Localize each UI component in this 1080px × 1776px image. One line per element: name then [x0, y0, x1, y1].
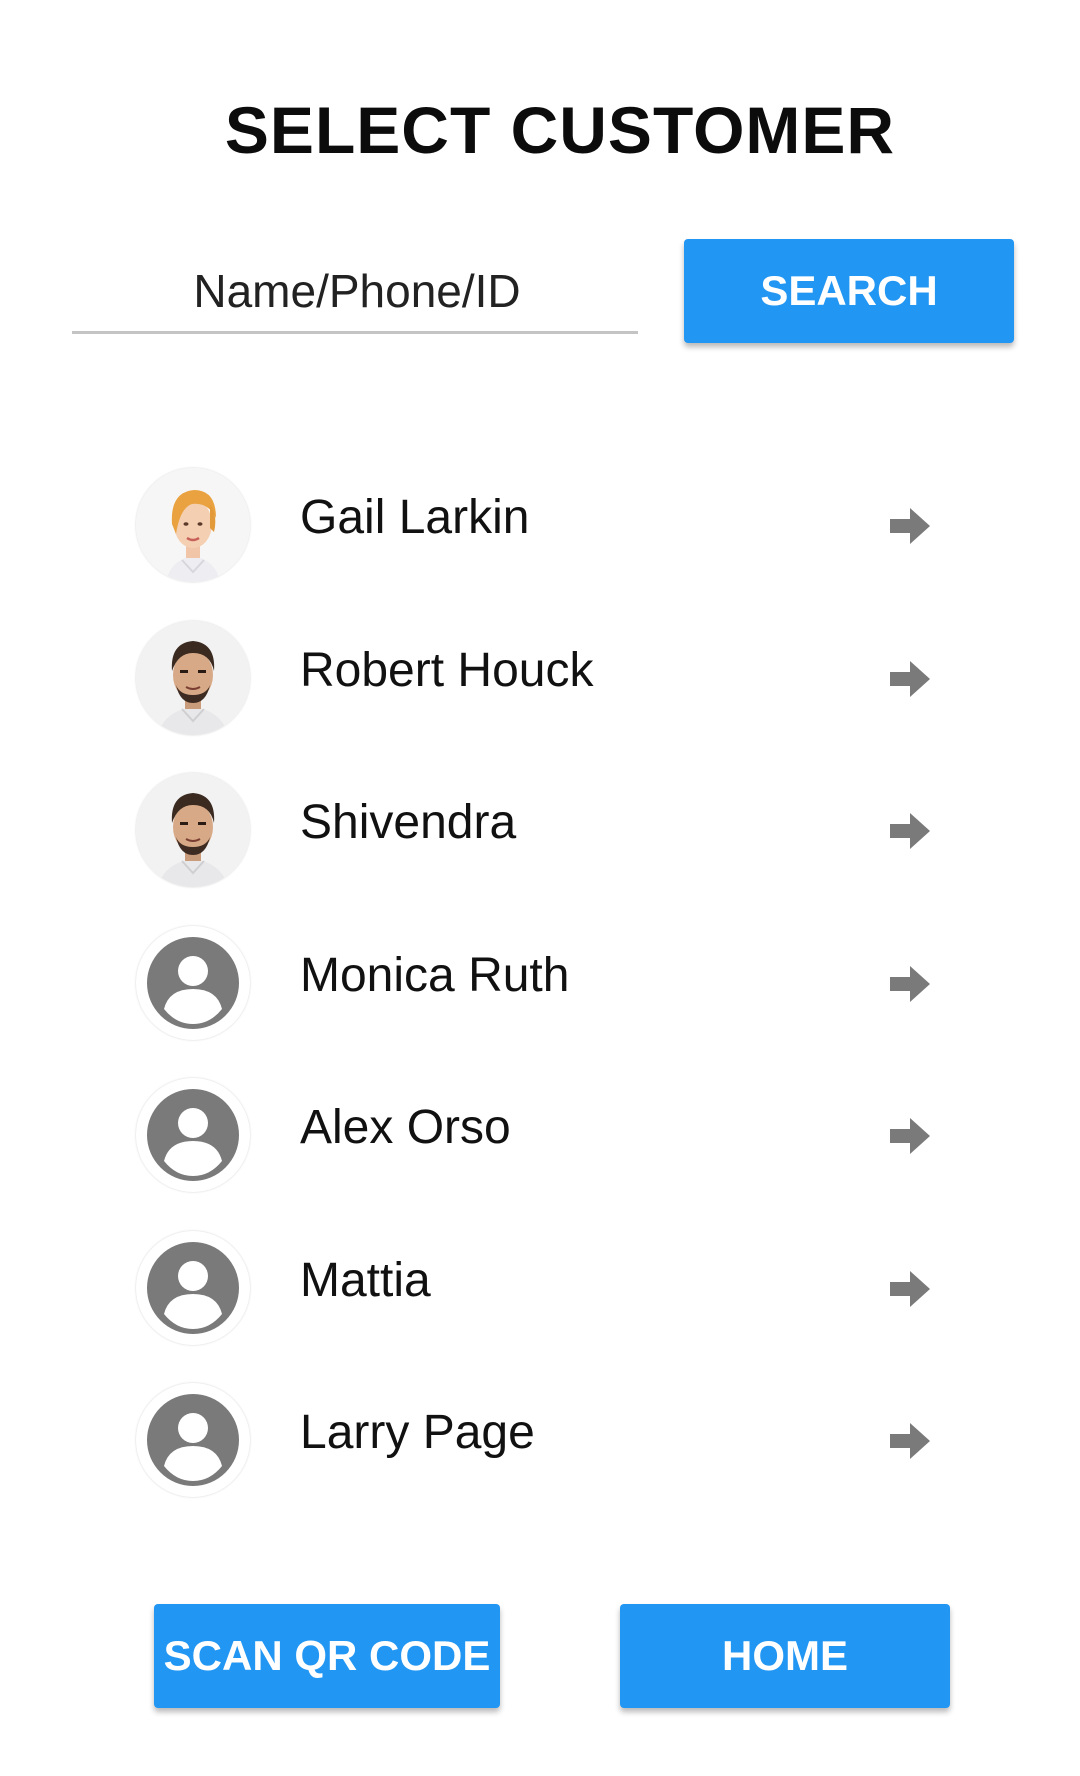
customer-row-shivendra[interactable]: Shivendra	[0, 769, 1080, 922]
account-circle-icon	[147, 1394, 239, 1486]
home-button[interactable]: HOME	[620, 1604, 950, 1708]
scan-qr-code-button[interactable]: SCAN QR CODE	[154, 1604, 500, 1708]
customer-name: Gail Larkin	[300, 491, 530, 544]
customer-name: Alex Orso	[300, 1101, 511, 1154]
search-button[interactable]: SEARCH	[684, 239, 1014, 343]
male-avatar-photo	[136, 620, 250, 735]
male-avatar-photo	[136, 773, 250, 887]
account-circle-icon	[147, 1241, 239, 1334]
arrow-right-icon[interactable]	[888, 1116, 932, 1156]
avatar	[136, 1078, 250, 1192]
customer-row-larry-page[interactable]: Larry Page	[0, 1379, 1080, 1532]
customer-row-alex-orso[interactable]: Alex Orso	[0, 1074, 1080, 1227]
customer-name: Mattia	[300, 1253, 431, 1307]
customer-name: Larry Page	[300, 1406, 535, 1459]
customer-row-gail-larkin[interactable]: Gail Larkin	[0, 464, 1080, 617]
customer-name: Monica Ruth	[300, 948, 570, 1002]
avatar	[136, 468, 250, 582]
customer-name: Robert Houck	[300, 643, 594, 697]
arrow-right-icon[interactable]	[888, 659, 932, 699]
customer-name: Shivendra	[300, 796, 517, 849]
arrow-right-icon[interactable]	[888, 811, 932, 851]
account-circle-icon	[147, 936, 239, 1029]
customer-row-robert-houck[interactable]: Robert Houck	[0, 617, 1080, 770]
page-title: SELECT CUSTOMER	[224, 93, 896, 167]
search-field[interactable]	[72, 250, 642, 334]
avatar	[136, 1383, 250, 1497]
arrow-right-icon[interactable]	[888, 1269, 932, 1309]
avatar	[136, 1230, 250, 1345]
account-circle-icon	[147, 1089, 239, 1181]
customer-row-mattia[interactable]: Mattia	[0, 1227, 1080, 1380]
arrow-right-icon[interactable]	[888, 964, 932, 1004]
avatar	[136, 925, 250, 1040]
search-input[interactable]	[72, 250, 642, 332]
avatar	[136, 773, 250, 887]
avatar	[136, 620, 250, 735]
arrow-right-icon[interactable]	[888, 1421, 932, 1461]
customer-list: Gail Larkin Robert Houck Shivendra Monic…	[0, 464, 1080, 1532]
arrow-right-icon[interactable]	[888, 506, 932, 546]
female-avatar-photo	[136, 468, 250, 582]
customer-row-monica-ruth[interactable]: Monica Ruth	[0, 922, 1080, 1075]
